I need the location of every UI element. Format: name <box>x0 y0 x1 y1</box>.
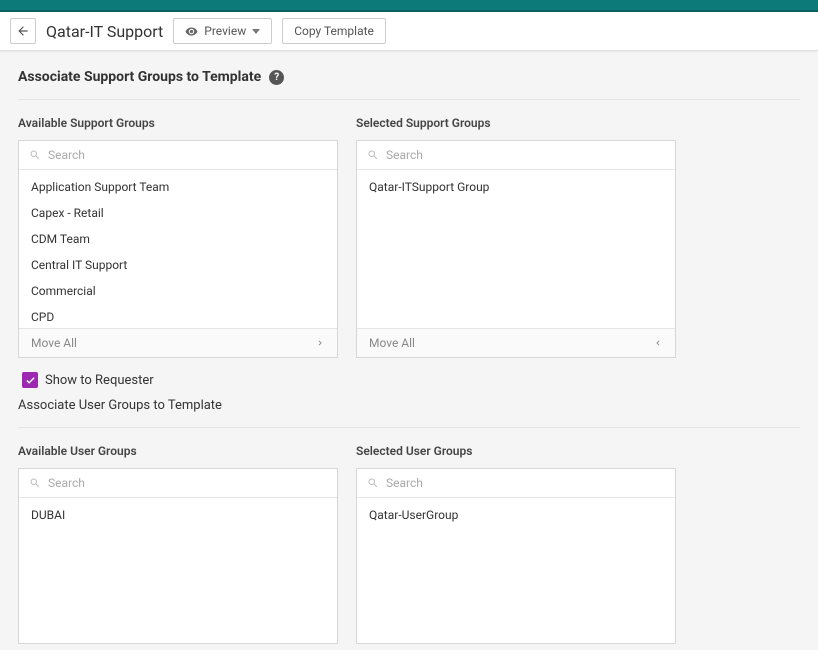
selected-user-col: Selected User Groups Qatar-UserGroup <box>356 444 676 644</box>
list-item[interactable]: Central IT Support <box>19 252 337 278</box>
list-item[interactable]: Commercial <box>19 278 337 304</box>
list-item[interactable]: Capex - Retail <box>19 200 337 226</box>
selected-support-items[interactable]: Qatar-ITSupport Group <box>357 170 675 328</box>
copy-template-label: Copy Template <box>294 24 374 38</box>
selected-support-search-input[interactable] <box>386 148 665 162</box>
available-support-items[interactable]: Application Support TeamCapex - RetailCD… <box>19 170 337 328</box>
help-icon[interactable]: ? <box>269 70 284 85</box>
list-item[interactable]: DUBAI <box>19 502 337 528</box>
section1-title: Associate Support Groups to Template <box>18 69 261 85</box>
available-user-search-input[interactable] <box>48 476 327 490</box>
preview-button[interactable]: Preview <box>173 18 272 44</box>
available-user-search <box>19 469 337 498</box>
available-user-label: Available User Groups <box>18 444 338 458</box>
move-all-right-button[interactable]: Move All <box>19 328 337 357</box>
list-item[interactable]: CDM Team <box>19 226 337 252</box>
section1-title-row: Associate Support Groups to Template ? <box>18 69 800 85</box>
selected-support-col: Selected Support Groups Qatar-ITSupport … <box>356 116 676 358</box>
section2-title: Associate User Groups to Template <box>18 398 800 413</box>
chevron-right-icon <box>315 338 325 348</box>
selected-user-search <box>357 469 675 498</box>
move-all-label: Move All <box>369 336 415 350</box>
show-to-requester-checkbox[interactable] <box>22 372 38 388</box>
selected-support-listbox: Qatar-ITSupport Group Move All <box>356 140 676 358</box>
check-icon <box>25 375 36 386</box>
list-item[interactable]: Qatar-ITSupport Group <box>357 174 675 200</box>
available-support-col: Available Support Groups Application Sup… <box>18 116 338 358</box>
search-icon <box>29 477 41 489</box>
search-icon <box>29 149 41 161</box>
chevron-left-icon <box>653 338 663 348</box>
page-header: Qatar-IT Support Preview Copy Template <box>0 12 818 51</box>
selected-user-items[interactable]: Qatar-UserGroup <box>357 498 675 643</box>
list-item[interactable]: CPD <box>19 304 337 328</box>
arrow-left-icon <box>16 24 30 38</box>
caret-down-icon <box>252 29 260 34</box>
page-title: Qatar-IT Support <box>46 22 163 41</box>
show-to-requester-row: Show to Requester <box>22 372 800 388</box>
move-all-label: Move All <box>31 336 77 350</box>
list-item[interactable]: Application Support Team <box>19 174 337 200</box>
list-item[interactable]: Qatar-UserGroup <box>357 502 675 528</box>
content-area: Associate Support Groups to Template ? A… <box>0 51 818 644</box>
section2-columns: Available User Groups DUBAI Selected Use… <box>18 444 800 644</box>
available-user-listbox: DUBAI <box>18 468 338 644</box>
show-to-requester-label: Show to Requester <box>45 373 154 388</box>
available-support-search-input[interactable] <box>48 148 327 162</box>
preview-label: Preview <box>204 24 246 38</box>
available-support-listbox: Application Support TeamCapex - RetailCD… <box>18 140 338 358</box>
selected-support-search <box>357 141 675 170</box>
available-support-label: Available Support Groups <box>18 116 338 130</box>
back-button[interactable] <box>10 18 36 44</box>
copy-template-button[interactable]: Copy Template <box>282 18 386 44</box>
section1-columns: Available Support Groups Application Sup… <box>18 116 800 358</box>
selected-user-listbox: Qatar-UserGroup <box>356 468 676 644</box>
available-user-col: Available User Groups DUBAI <box>18 444 338 644</box>
available-user-items[interactable]: DUBAI <box>19 498 337 643</box>
divider <box>18 427 800 428</box>
available-support-search <box>19 141 337 170</box>
search-icon <box>367 477 379 489</box>
search-icon <box>367 149 379 161</box>
app-topbar <box>0 0 818 12</box>
move-all-left-button[interactable]: Move All <box>357 328 675 357</box>
divider <box>18 99 800 100</box>
eye-icon <box>185 25 198 38</box>
selected-user-label: Selected User Groups <box>356 444 676 458</box>
selected-user-search-input[interactable] <box>386 476 665 490</box>
selected-support-label: Selected Support Groups <box>356 116 676 130</box>
